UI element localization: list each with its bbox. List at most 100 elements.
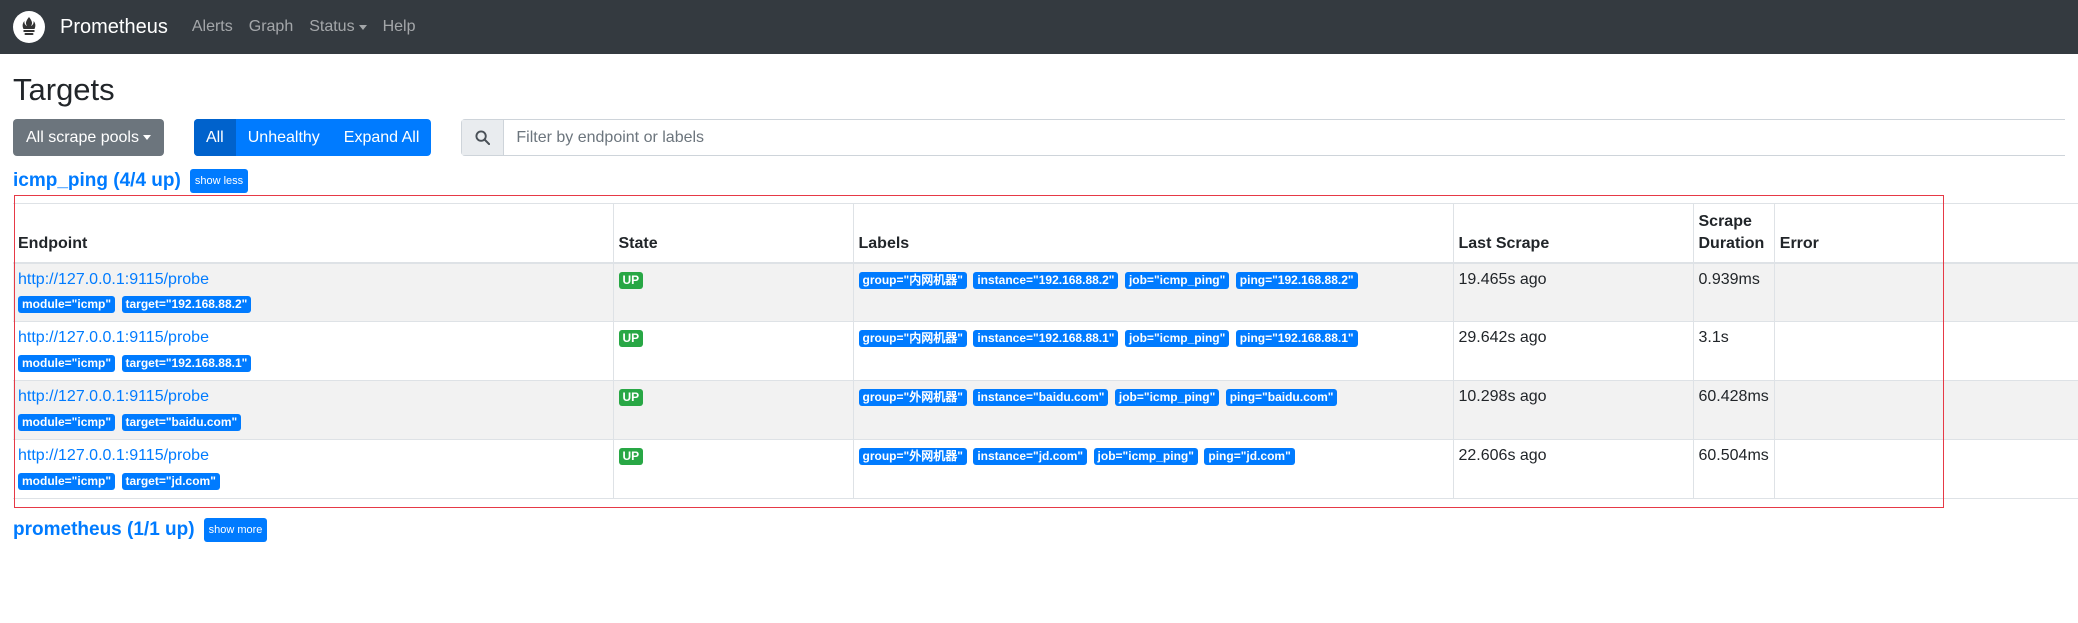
targets-table: Endpoint State Labels Last Scrape Scrape…	[13, 203, 2078, 500]
labels-cell: group="内网机器" instance="192.168.88.1" job…	[852, 321, 1453, 381]
caret-down-icon	[358, 24, 367, 30]
param-badge: target="baidu.com"	[121, 413, 242, 431]
table-row: http://127.0.0.1:9115/probe module="icmp…	[13, 321, 2078, 381]
last-scrape-cell: 22.606s ago	[1452, 439, 1693, 500]
state-cell: UP	[612, 380, 853, 440]
pool-title-link[interactable]: icmp_ping (4/4 up)	[13, 170, 181, 192]
scrape-pools-label: All scrape pools	[26, 128, 139, 146]
param-badge: module="icmp"	[18, 413, 116, 431]
label-badge: instance="jd.com"	[973, 448, 1088, 466]
label-badge: instance="192.168.88.2"	[973, 271, 1119, 289]
param-badge: module="icmp"	[18, 296, 116, 314]
col-scrape-duration: Scrape Duration	[1692, 203, 1775, 264]
filter-unhealthy-button[interactable]: Unhealthy	[236, 119, 332, 156]
endpoint-params: module="icmp" target="jd.com"	[18, 471, 608, 492]
caret-down-icon	[142, 135, 151, 141]
duration-cell: 60.504ms	[1692, 439, 1775, 500]
state-badge: UP	[618, 448, 644, 466]
label-badge: group="外网机器"	[858, 389, 967, 407]
labels-cell: group="外网机器" instance="jd.com" job="icmp…	[852, 439, 1453, 500]
pool-header-prometheus: prometheus (1/1 up) show more	[13, 517, 2065, 543]
label-badges: group="内网机器" instance="192.168.88.1" job…	[858, 328, 1448, 349]
table-row: http://127.0.0.1:9115/probe module="icmp…	[13, 380, 2078, 440]
endpoint-link[interactable]: http://127.0.0.1:9115/probe	[18, 328, 608, 349]
label-badge: group="内网机器"	[858, 271, 967, 289]
endpoint-cell: http://127.0.0.1:9115/probe module="icmp…	[13, 262, 613, 322]
state-badge: UP	[618, 389, 644, 407]
last-scrape-cell: 10.298s ago	[1452, 380, 1693, 440]
label-badges: group="外网机器" instance="baidu.com" job="i…	[858, 387, 1448, 408]
endpoint-cell: http://127.0.0.1:9115/probe module="icmp…	[13, 439, 613, 500]
endpoint-params: module="icmp" target="192.168.88.1"	[18, 353, 608, 374]
expand-all-button[interactable]: Expand All	[332, 119, 432, 156]
endpoint-link[interactable]: http://127.0.0.1:9115/probe	[18, 446, 608, 467]
labels-cell: group="内网机器" instance="192.168.88.2" job…	[852, 262, 1453, 322]
label-badges: group="外网机器" instance="jd.com" job="icmp…	[858, 446, 1448, 467]
nav-status-dropdown[interactable]: Status	[309, 18, 367, 36]
last-scrape-cell: 29.642s ago	[1452, 321, 1693, 381]
page-title: Targets	[13, 72, 115, 107]
label-badge: instance="192.168.88.1"	[973, 330, 1119, 348]
param-badge: module="icmp"	[18, 354, 116, 372]
brand-name[interactable]: Prometheus	[60, 16, 168, 39]
col-last-scrape: Last Scrape	[1452, 203, 1693, 264]
col-error: Error	[1773, 203, 2078, 264]
col-state: State	[612, 203, 853, 264]
nav-help[interactable]: Help	[383, 18, 416, 36]
last-scrape-cell: 19.465s ago	[1452, 262, 1693, 322]
label-badge: instance="baidu.com"	[973, 389, 1109, 407]
label-badge: group="外网机器"	[858, 448, 967, 466]
label-badge: job="icmp_ping"	[1093, 448, 1198, 466]
scrape-pools-dropdown[interactable]: All scrape pools	[13, 119, 164, 157]
targets-table-wrapper: Endpoint State Labels Last Scrape Scrape…	[13, 195, 2078, 509]
col-labels: Labels	[852, 203, 1453, 264]
label-badge: ping="jd.com"	[1204, 448, 1295, 466]
filter-button-group: All Unhealthy Expand All	[193, 119, 432, 157]
endpoint-link[interactable]: http://127.0.0.1:9115/probe	[18, 270, 608, 291]
label-badge: job="icmp_ping"	[1124, 330, 1230, 348]
param-badge: target="jd.com"	[121, 472, 220, 490]
filter-all-button[interactable]: All	[193, 119, 236, 157]
endpoint-params: module="icmp" target="baidu.com"	[18, 412, 608, 433]
pool-title-link[interactable]: prometheus (1/1 up)	[13, 519, 195, 541]
label-badges: group="内网机器" instance="192.168.88.2" job…	[858, 270, 1448, 291]
search-group	[461, 119, 2065, 157]
error-cell	[1773, 321, 2078, 381]
label-badge: job="icmp_ping"	[1124, 271, 1230, 289]
label-badge: ping="baidu.com"	[1225, 389, 1338, 407]
state-cell: UP	[612, 439, 853, 500]
nav-status-label: Status	[309, 18, 355, 35]
nav-alerts[interactable]: Alerts	[192, 18, 233, 36]
label-badge: job="icmp_ping"	[1114, 389, 1220, 407]
endpoint-cell: http://127.0.0.1:9115/probe module="icmp…	[13, 321, 613, 381]
controls-bar: All scrape pools All Unhealthy Expand Al…	[13, 119, 2065, 157]
main-content: Targets All scrape pools All Unhealthy E…	[0, 71, 2078, 543]
duration-cell: 60.428ms	[1692, 380, 1775, 440]
top-navbar: Prometheus Alerts Graph Status Help	[0, 0, 2078, 54]
state-badge: UP	[618, 271, 644, 289]
label-badge: ping="192.168.88.2"	[1235, 271, 1358, 289]
table-row: http://127.0.0.1:9115/probe module="icmp…	[13, 439, 2078, 500]
state-cell: UP	[612, 321, 853, 381]
param-badge: target="192.168.88.1"	[121, 354, 252, 372]
show-less-button[interactable]: show less	[189, 169, 249, 194]
error-cell	[1773, 380, 2078, 440]
pool-header-icmp-ping: icmp_ping (4/4 up) show less	[13, 168, 2065, 194]
state-cell: UP	[612, 262, 853, 322]
error-cell	[1773, 262, 2078, 322]
prometheus-logo-icon[interactable]	[13, 11, 45, 43]
error-cell	[1773, 439, 2078, 500]
nav-graph[interactable]: Graph	[249, 18, 293, 36]
endpoint-cell: http://127.0.0.1:9115/probe module="icmp…	[13, 380, 613, 440]
endpoint-link[interactable]: http://127.0.0.1:9115/probe	[18, 387, 608, 408]
show-more-button[interactable]: show more	[203, 518, 268, 543]
duration-cell: 3.1s	[1692, 321, 1775, 381]
endpoint-params: module="icmp" target="192.168.88.2"	[18, 294, 608, 315]
duration-cell: 0.939ms	[1692, 262, 1775, 322]
param-badge: module="icmp"	[18, 472, 116, 490]
labels-cell: group="外网机器" instance="baidu.com" job="i…	[852, 380, 1453, 440]
param-badge: target="192.168.88.2"	[121, 296, 252, 314]
search-input[interactable]	[504, 120, 2065, 156]
label-badge: group="内网机器"	[858, 330, 967, 348]
label-badge: ping="192.168.88.1"	[1235, 330, 1358, 348]
